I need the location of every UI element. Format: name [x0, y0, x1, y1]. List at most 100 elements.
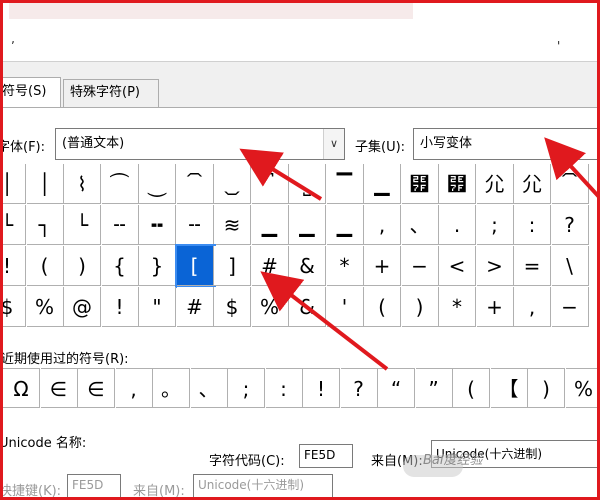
symbol-cell[interactable]: ╍: [139, 205, 176, 245]
symbol-cell[interactable]: #: [251, 246, 289, 286]
symbol-cell[interactable]: \: [551, 246, 589, 286]
symbol-cell[interactable]: ▁: [251, 205, 289, 245]
symbol-cell[interactable]: ⏜: [101, 164, 139, 204]
subset-label: 子集(U):: [355, 140, 406, 155]
symbol-cell[interactable]: ): [64, 246, 101, 286]
symbol-cell[interactable]: !: [101, 287, 139, 327]
symbol-cell[interactable]: ⏡: [214, 164, 251, 204]
tab-special-characters[interactable]: 特殊字符(P): [63, 79, 159, 107]
symbol-cell[interactable]: @: [64, 287, 101, 327]
symbol-cell[interactable]: :: [514, 205, 551, 245]
symbol-cell[interactable]: ╌: [101, 205, 139, 245]
recent-symbol-cell[interactable]: ”: [415, 368, 453, 408]
symbol-cell[interactable]: }: [139, 246, 176, 286]
shortcut-field[interactable]: FE5D: [67, 474, 121, 497]
recent-symbol-cell[interactable]: :: [265, 368, 303, 408]
symbol-cell[interactable]: ⺏: [514, 164, 551, 204]
symbol-cell[interactable]: ≋: [214, 205, 251, 245]
symbol-cell[interactable]: ;: [476, 205, 514, 245]
symbol-cell[interactable]: ┐: [26, 205, 64, 245]
symbol-cell[interactable]: ▔: [326, 164, 364, 204]
tab-strip: 符号(S) 特殊字符(P): [3, 77, 597, 108]
symbol-cell[interactable]: ⏠: [176, 164, 214, 204]
symbol-cell[interactable]: *: [326, 246, 364, 286]
tab-symbols[interactable]: 符号(S): [3, 77, 61, 108]
symbol-cell[interactable]: =: [514, 246, 551, 286]
recent-symbol-cell[interactable]: “: [378, 368, 415, 408]
symbol-cell[interactable]: │: [3, 164, 26, 204]
symbol-cell[interactable]: ,: [364, 205, 401, 245]
recent-symbol-cell[interactable]: ): [528, 368, 565, 408]
symbol-cell[interactable]: +: [476, 287, 514, 327]
symbol-cell[interactable]: ▁: [364, 164, 401, 204]
recent-symbol-cell[interactable]: ∈: [78, 368, 115, 408]
symbol-cell[interactable]: &: [289, 246, 326, 286]
title-mark-right: ': [557, 39, 561, 53]
symbol-cell[interactable]: &: [289, 287, 326, 327]
symbol-cell[interactable]: [: [174, 244, 216, 288]
subset-select[interactable]: 小写变体: [413, 128, 597, 160]
symbol-dialog: ʼ ' 符号(S) 特殊字符(P) 字体(F): (普通文本) ∨ 子集(U):…: [0, 0, 600, 500]
recent-symbol-cell[interactable]: ?: [340, 368, 378, 408]
recent-symbol-cell[interactable]: 【: [490, 368, 528, 408]
recent-symbol-cell[interactable]: !: [303, 368, 340, 408]
from2-select[interactable]: Unicode(十六进制): [193, 474, 333, 497]
recent-symbol-cell[interactable]: (: [453, 368, 490, 408]
symbol-cell[interactable]: ⎴: [251, 164, 289, 204]
title-mark-left: ʼ: [11, 39, 15, 53]
symbol-cell[interactable]: ⺏: [476, 164, 514, 204]
symbol-grid: │ │ ⌇ ⏜ ⏝ ⏠ ⏡ ⎴ ⎵ ▔ ▁ ⹿ ⹿ ⺏⺏ ⏠ └ ┐ └ ╌ ╍ ╌ ≋ ▁ ▁ ▁,、.;:?!(){}[] #…: [3, 164, 597, 328]
symbol-cell[interactable]: ⹿: [439, 164, 476, 204]
symbol-cell[interactable]: >: [476, 246, 514, 286]
symbol-cell[interactable]: ,: [514, 287, 551, 327]
subset-value: 小写变体: [420, 136, 473, 151]
symbol-cell[interactable]: −: [401, 246, 439, 286]
symbol-cell[interactable]: ": [139, 287, 176, 327]
recent-symbol-cell[interactable]: Ω: [3, 368, 40, 408]
symbol-cell[interactable]: .: [439, 205, 476, 245]
symbol-cell[interactable]: ?: [551, 205, 589, 245]
symbol-cell[interactable]: (: [26, 246, 64, 286]
symbol-cell[interactable]: ╌: [176, 205, 214, 245]
recent-symbol-cell[interactable]: %: [565, 368, 597, 408]
symbol-cell[interactable]: !: [3, 246, 26, 286]
symbol-cell[interactable]: {: [101, 246, 139, 286]
symbol-cell[interactable]: $: [214, 287, 251, 327]
symbol-cell[interactable]: −: [551, 287, 589, 327]
symbol-cell[interactable]: ⏝: [139, 164, 176, 204]
symbol-cell[interactable]: ▁: [326, 205, 364, 245]
symbol-cell[interactable]: *: [439, 287, 476, 327]
recent-symbol-cell[interactable]: ,: [115, 368, 153, 408]
symbol-cell[interactable]: $: [3, 287, 26, 327]
symbol-cell[interactable]: ': [326, 287, 364, 327]
symbol-cell[interactable]: +: [364, 246, 401, 286]
symbol-cell[interactable]: ⌇: [64, 164, 101, 204]
recent-symbol-cell[interactable]: ;: [228, 368, 265, 408]
font-select[interactable]: (普通文本) ∨: [55, 128, 345, 160]
watermark-text: Bai度经验: [423, 453, 483, 468]
shortcut-label: 快捷键(K):: [0, 484, 62, 499]
recent-symbols-row: Ω ∈ ∈,。、;:!? “”(【)%: [3, 368, 597, 412]
symbol-cell[interactable]: #: [176, 287, 214, 327]
symbol-cell[interactable]: │: [26, 164, 64, 204]
char-code-field[interactable]: FE5D: [299, 444, 353, 468]
symbols-panel: 字体(F): (普通文本) ∨ 子集(U): 小写变体 │ │ ⌇ ⏜ ⏝ ⏠ ⏡ ⎴ ⎵ ▔ ▁ ⹿…: [0, 107, 597, 499]
symbol-cell[interactable]: ⹿: [401, 164, 439, 204]
recent-label: 近期使用过的符号(R):: [1, 352, 129, 367]
symbol-cell[interactable]: 、: [401, 205, 439, 245]
symbol-cell[interactable]: ⎵: [289, 164, 326, 204]
symbol-cell[interactable]: ]: [214, 246, 251, 286]
symbol-cell[interactable]: <: [439, 246, 476, 286]
recent-symbol-cell[interactable]: 。: [153, 368, 190, 408]
recent-symbol-cell[interactable]: ∈: [40, 368, 78, 408]
symbol-cell[interactable]: %: [251, 287, 289, 327]
recent-symbol-cell[interactable]: 、: [190, 368, 228, 408]
symbol-cell[interactable]: ▁: [289, 205, 326, 245]
symbol-cell[interactable]: └: [3, 205, 26, 245]
symbol-cell[interactable]: └: [64, 205, 101, 245]
chevron-down-icon[interactable]: ∨: [323, 129, 344, 159]
symbol-cell[interactable]: ): [401, 287, 439, 327]
symbol-cell[interactable]: %: [26, 287, 64, 327]
symbol-cell[interactable]: ⏠: [551, 164, 589, 204]
symbol-cell[interactable]: (: [364, 287, 401, 327]
